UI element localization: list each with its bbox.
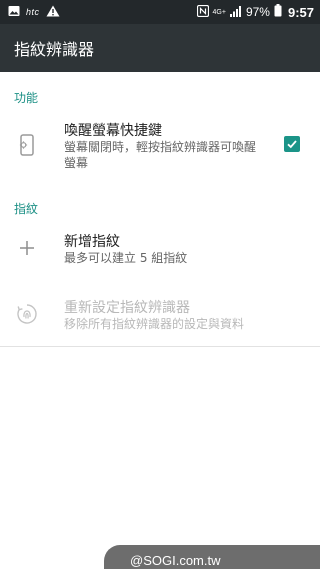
status-left-group: htc bbox=[0, 5, 60, 20]
wake-screen-subtitle: 螢幕關閉時，輕按指紋辨識器可喚醒螢幕 bbox=[64, 140, 257, 170]
section-header-fingerprint: 指紋 bbox=[14, 202, 39, 216]
signal-icon bbox=[229, 5, 242, 20]
page-title: 指紋辨識器 bbox=[14, 40, 95, 59]
clock: 9:57 bbox=[287, 4, 314, 20]
carrier-brand: htc bbox=[26, 7, 40, 17]
reset-fingerprint-sensor-row[interactable]: 重新設定指紋辨識器 移除所有指紋辨識器的設定與資料 bbox=[0, 288, 320, 344]
battery-percent: 97% bbox=[245, 5, 270, 19]
add-fingerprint-title: 新增指紋 bbox=[64, 234, 120, 250]
battery-icon bbox=[274, 4, 282, 20]
fingerprint-reset-icon bbox=[16, 303, 38, 325]
add-fingerprint-subtitle: 最多可以建立 5 組指紋 bbox=[64, 251, 188, 265]
network-type: 4G+ bbox=[212, 8, 226, 16]
app-bar: 指紋辨識器 bbox=[0, 24, 320, 72]
status-bar: htc 4G+ 97% 9:57 bbox=[0, 0, 320, 24]
wake-screen-title: 喚醒螢幕快捷鍵 bbox=[64, 123, 162, 139]
add-fingerprint-row[interactable]: 新增指紋 最多可以建立 5 組指紋 bbox=[0, 222, 320, 278]
wake-screen-checkbox[interactable] bbox=[284, 136, 300, 152]
watermark: @SOGI.com.tw bbox=[104, 545, 320, 569]
reset-sensor-subtitle: 移除所有指紋辨識器的設定與資料 bbox=[64, 317, 245, 331]
nfc-icon bbox=[196, 4, 209, 20]
status-right-group: 4G+ 97% 9:57 bbox=[196, 4, 320, 20]
wake-screen-setting-row[interactable]: 喚醒螢幕快捷鍵 螢幕關閉時，輕按指紋辨識器可喚醒螢幕 bbox=[0, 110, 320, 182]
plus-icon bbox=[16, 237, 38, 259]
reset-sensor-title: 重新設定指紋辨識器 bbox=[64, 300, 190, 316]
screen: htc 4G+ 97% 9:57 指紋辨識器 功能 喚醒螢幕快捷鍵 螢幕關閉時，… bbox=[0, 0, 320, 569]
section-header-function: 功能 bbox=[14, 91, 39, 105]
image-icon bbox=[8, 5, 20, 20]
check-icon bbox=[287, 140, 297, 149]
list-divider bbox=[0, 346, 320, 347]
phone-wake-icon bbox=[16, 134, 38, 156]
warning-icon bbox=[46, 5, 60, 20]
